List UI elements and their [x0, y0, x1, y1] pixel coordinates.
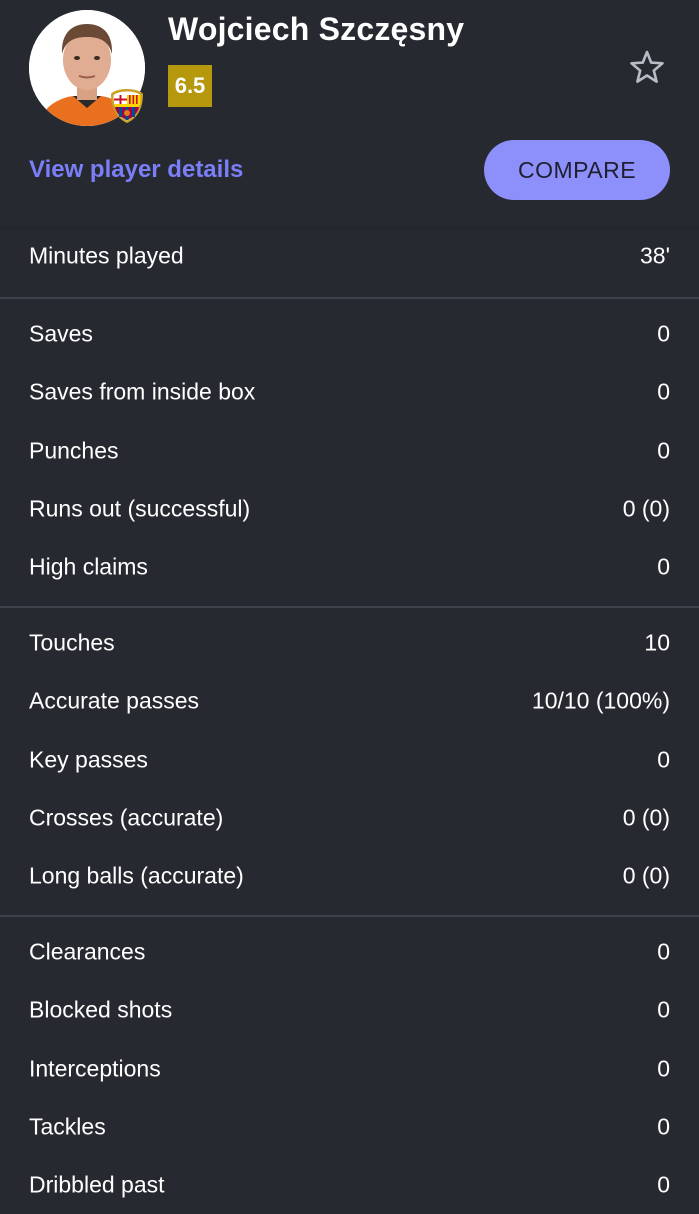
stat-value: 38'	[640, 242, 670, 269]
stat-label: Crosses (accurate)	[29, 804, 224, 831]
stat-value: 10	[644, 629, 670, 656]
stat-row: Punches 0	[0, 422, 699, 480]
stat-row: Crosses (accurate) 0 (0)	[0, 789, 699, 847]
stat-value: 0	[657, 1113, 670, 1140]
stat-value: 10/10 (100%)	[531, 687, 670, 714]
stat-row: Interceptions 0	[0, 1039, 699, 1097]
compare-button[interactable]: COMPARE	[484, 140, 670, 200]
stats-group-goalkeeping: Saves 0 Saves from inside box 0 Punches …	[0, 299, 699, 609]
stat-row: Saves 0	[0, 305, 699, 363]
stat-label: Clearances	[29, 938, 146, 965]
stat-value: 0	[657, 553, 670, 580]
stat-row: High claims 0	[0, 538, 699, 596]
stat-label: Minutes played	[29, 242, 184, 269]
stats-group-defending: Clearances 0 Blocked shots 0 Interceptio…	[0, 917, 699, 1214]
stat-value: 0	[657, 378, 670, 405]
stat-label: Punches	[29, 437, 119, 464]
stat-label: Dribbled past	[29, 1171, 165, 1198]
stat-label: Interceptions	[29, 1055, 161, 1082]
stat-label: Key passes	[29, 746, 148, 773]
stats-group-general: Minutes played 38'	[0, 225, 699, 300]
stat-value: 0 (0)	[622, 862, 670, 889]
stat-value: 0	[657, 437, 670, 464]
club-crest-icon	[110, 88, 144, 124]
player-header: Wojciech Szczęsny 6.5 View player detail…	[0, 0, 699, 228]
stats-group-passing: Touches 10 Accurate passes 10/10 (100%) …	[0, 608, 699, 918]
stat-row: Runs out (successful) 0 (0)	[0, 480, 699, 538]
stat-label: Long balls (accurate)	[29, 862, 244, 889]
stat-label: Blocked shots	[29, 996, 173, 1023]
stat-label: Tackles	[29, 1113, 106, 1140]
stat-label: Saves from inside box	[29, 378, 256, 405]
stat-row: Blocked shots 0	[0, 981, 699, 1039]
stat-row: Tackles 0	[0, 1098, 699, 1156]
stat-row: Clearances 0	[0, 923, 699, 981]
stat-row: Key passes 0	[0, 731, 699, 789]
stat-value: 0	[657, 938, 670, 965]
stat-value: 0 (0)	[622, 495, 670, 522]
stat-value: 0	[657, 320, 670, 347]
star-icon[interactable]	[627, 48, 667, 88]
stat-label: High claims	[29, 553, 148, 580]
stat-row: Minutes played 38'	[0, 227, 699, 285]
stat-row: Saves from inside box 0	[0, 363, 699, 421]
stat-value: 0	[657, 1171, 670, 1198]
player-stats-list: Minutes played 38' Saves 0 Saves from in…	[0, 225, 699, 1214]
stat-row: Dribbled past 0	[0, 1156, 699, 1214]
stat-label: Touches	[29, 629, 115, 656]
stat-row: Accurate passes 10/10 (100%)	[0, 672, 699, 730]
rating-badge: 6.5	[168, 65, 212, 107]
stat-label: Saves	[29, 320, 93, 347]
player-name: Wojciech Szczęsny	[168, 11, 465, 47]
stat-value: 0	[657, 1055, 670, 1082]
stat-value: 0 (0)	[622, 804, 670, 831]
stat-value: 0	[657, 996, 670, 1023]
view-player-details-link[interactable]: View player details	[29, 152, 243, 188]
stat-value: 0	[657, 746, 670, 773]
stat-row: Long balls (accurate) 0 (0)	[0, 847, 699, 905]
stat-label: Runs out (successful)	[29, 495, 251, 522]
stat-row: Touches 10	[0, 614, 699, 672]
stat-label: Accurate passes	[29, 687, 200, 714]
